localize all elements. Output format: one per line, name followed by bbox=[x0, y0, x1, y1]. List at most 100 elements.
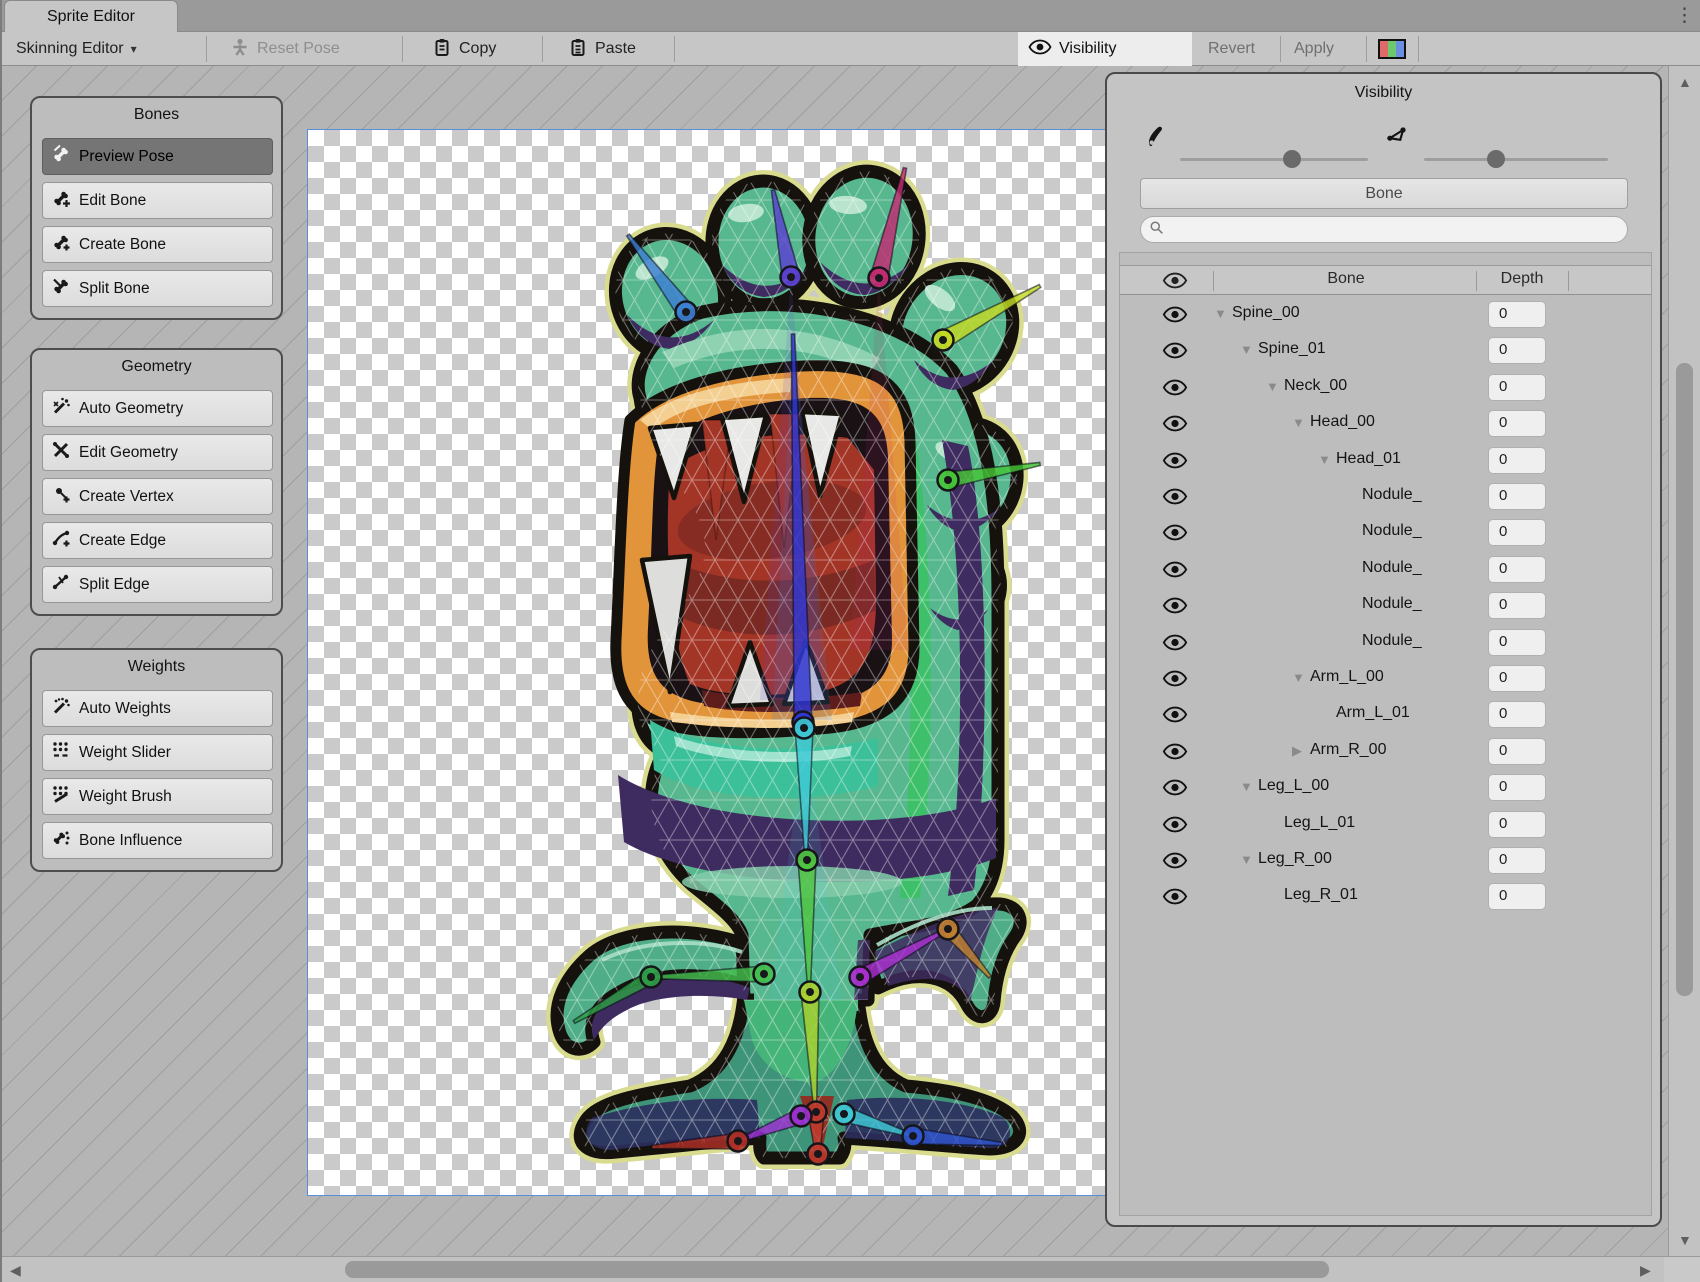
visibility-eye-toggle[interactable] bbox=[1162, 670, 1190, 688]
visibility-eye-toggle[interactable] bbox=[1162, 816, 1190, 834]
depth-input[interactable]: 0 bbox=[1488, 774, 1546, 801]
depth-input[interactable]: 0 bbox=[1488, 883, 1546, 910]
bone-opacity-slider-handle[interactable] bbox=[1283, 150, 1301, 168]
depth-input[interactable]: 0 bbox=[1488, 701, 1546, 728]
depth-input[interactable]: 0 bbox=[1488, 847, 1546, 874]
sprite-rgb-swatch-button[interactable] bbox=[1378, 39, 1406, 59]
visibility-eye-toggle[interactable] bbox=[1162, 779, 1190, 797]
visibility-eye-toggle[interactable] bbox=[1162, 488, 1190, 506]
vertical-scrollbar[interactable]: ▲ ▼ bbox=[1668, 66, 1700, 1256]
tab-sprite-editor[interactable]: Sprite Editor bbox=[4, 0, 178, 32]
depth-input[interactable]: 0 bbox=[1488, 337, 1546, 364]
depth-input[interactable]: 0 bbox=[1488, 556, 1546, 583]
bone-row-nodule-6[interactable]: Nodule_ 0 bbox=[1120, 515, 1651, 551]
auto-geometry-button[interactable]: Auto Geometry bbox=[42, 390, 273, 427]
bone-row-head_00-3[interactable]: ▼ Head_00 0 bbox=[1120, 406, 1651, 442]
create-edge-button[interactable]: Create Edge bbox=[42, 522, 273, 559]
depth-input[interactable]: 0 bbox=[1488, 629, 1546, 656]
bone-row-neck_00-2[interactable]: ▼Neck_000 bbox=[1120, 370, 1651, 406]
depth-input[interactable]: 0 bbox=[1488, 374, 1546, 401]
bone-name-label[interactable]: Head_01 bbox=[1336, 450, 1401, 468]
visibility-eye-toggle[interactable] bbox=[1162, 306, 1190, 324]
bone-opacity-slider-track[interactable] bbox=[1180, 158, 1368, 161]
visibility-eye-toggle[interactable] bbox=[1162, 888, 1190, 906]
bone-influence-button[interactable]: Bone Influence bbox=[42, 822, 273, 859]
bone-name-label[interactable]: Leg_R_00 bbox=[1258, 850, 1332, 868]
mesh-opacity-slider-track[interactable] bbox=[1424, 158, 1608, 161]
depth-input[interactable]: 0 bbox=[1488, 301, 1546, 328]
bone-name-label[interactable]: Head_00 bbox=[1310, 413, 1375, 431]
expand-collapse-down-icon[interactable]: ▼ bbox=[1240, 779, 1253, 794]
bone-name-label[interactable]: Nodule_ bbox=[1362, 522, 1422, 540]
bone-name-label[interactable]: Arm_L_01 bbox=[1336, 704, 1410, 722]
bone-name-label[interactable]: Arm_L_00 bbox=[1310, 668, 1384, 686]
tab-bone[interactable]: Bone bbox=[1140, 178, 1628, 209]
bone-name-label[interactable]: Arm_R_00 bbox=[1310, 741, 1386, 759]
mesh-opacity-slider-handle[interactable] bbox=[1487, 150, 1505, 168]
visibility-eye-toggle[interactable] bbox=[1162, 743, 1190, 761]
scroll-up-icon[interactable]: ▲ bbox=[1678, 74, 1692, 90]
bone-name-label[interactable]: Leg_L_00 bbox=[1258, 777, 1329, 795]
bone-row-nodule-5[interactable]: Nodule_0 bbox=[1120, 479, 1651, 515]
expand-collapse-right-icon[interactable]: ▶ bbox=[1292, 743, 1302, 759]
bone-name-label[interactable]: Leg_R_01 bbox=[1284, 886, 1358, 904]
edit-bone-button[interactable]: Edit Bone bbox=[42, 182, 273, 219]
expand-collapse-down-icon[interactable]: ▼ bbox=[1292, 415, 1305, 430]
visibility-eye-toggle[interactable] bbox=[1162, 342, 1190, 360]
create-vertex-button[interactable]: Create Vertex bbox=[42, 478, 273, 515]
bone-name-label[interactable]: Nodule_ bbox=[1362, 559, 1422, 577]
visibility-eye-toggle[interactable] bbox=[1162, 597, 1190, 615]
expand-collapse-down-icon[interactable]: ▼ bbox=[1240, 342, 1253, 357]
preview-pose-button[interactable]: Preview Pose bbox=[42, 138, 273, 175]
copy-button[interactable]: Copy bbox=[422, 32, 506, 66]
bone-row-nodule-7[interactable]: Nodule_ 0 bbox=[1120, 552, 1651, 588]
visibility-eye-toggle[interactable] bbox=[1162, 415, 1190, 433]
bone-name-label[interactable]: Nodule_ bbox=[1362, 595, 1422, 613]
weight-slider-button[interactable]: Weight Slider bbox=[42, 734, 273, 771]
expand-collapse-down-icon[interactable]: ▼ bbox=[1240, 852, 1253, 867]
visibility-eye-toggle[interactable] bbox=[1162, 561, 1190, 579]
bone-name-label[interactable]: Spine_01 bbox=[1258, 340, 1326, 358]
split-bone-button[interactable]: Split Bone bbox=[42, 270, 273, 307]
bone-row-head_01-4[interactable]: ▼Head_010 bbox=[1120, 443, 1651, 479]
expand-collapse-down-icon[interactable]: ▼ bbox=[1318, 452, 1331, 467]
bone-row-leg_l_00-13[interactable]: ▼ Leg_L_00 0 bbox=[1120, 770, 1651, 806]
visibility-eye-toggle[interactable] bbox=[1162, 634, 1190, 652]
bone-row-nodule-9[interactable]: Nodule_ 0 bbox=[1120, 625, 1651, 661]
vertical-scrollbar-thumb[interactable] bbox=[1676, 363, 1693, 996]
depth-input[interactable]: 0 bbox=[1488, 483, 1546, 510]
visibility-toggle-button[interactable]: Visibility bbox=[1018, 32, 1192, 66]
bone-row-arm_r_00-12[interactable]: ▶ Arm_R_00 0 bbox=[1120, 734, 1651, 770]
depth-input[interactable]: 0 bbox=[1488, 592, 1546, 619]
weight-brush-button[interactable]: Weight Brush bbox=[42, 778, 273, 815]
bone-row-spine_01-1[interactable]: ▼ Spine_01 0 bbox=[1120, 333, 1651, 369]
revert-button[interactable]: Revert bbox=[1198, 32, 1265, 66]
overflow-menu-icon[interactable]: ⋮ bbox=[1675, 4, 1694, 28]
bone-row-leg_r_00-15[interactable]: ▼ Leg_R_00 0 bbox=[1120, 843, 1651, 879]
paste-button[interactable]: Paste bbox=[558, 32, 646, 66]
bone-row-arm_l_01-11[interactable]: Arm_L_01 0 bbox=[1120, 697, 1651, 733]
bone-name-label[interactable]: Nodule_ bbox=[1362, 632, 1422, 650]
bone-name-label[interactable]: Spine_00 bbox=[1232, 304, 1300, 322]
create-bone-button[interactable]: Create Bone bbox=[42, 226, 273, 263]
auto-weights-button[interactable]: Auto Weights bbox=[42, 690, 273, 727]
visibility-eye-toggle[interactable] bbox=[1162, 379, 1190, 397]
column-header-depth[interactable]: Depth bbox=[1477, 270, 1567, 288]
depth-input[interactable]: 0 bbox=[1488, 519, 1546, 546]
bone-row-leg_l_01-14[interactable]: Leg_L_010 bbox=[1120, 807, 1651, 843]
scroll-right-icon[interactable]: ▶ bbox=[1640, 1262, 1651, 1279]
visibility-eye-toggle[interactable] bbox=[1162, 706, 1190, 724]
depth-input[interactable]: 0 bbox=[1488, 665, 1546, 692]
horizontal-scrollbar[interactable]: ◀ ▶ bbox=[2, 1256, 1664, 1282]
visibility-eye-toggle[interactable] bbox=[1162, 452, 1190, 470]
depth-input[interactable]: 0 bbox=[1488, 410, 1546, 437]
skinning-editor-dropdown[interactable]: Skinning Editor ▾ bbox=[6, 32, 147, 66]
expand-collapse-down-icon[interactable]: ▼ bbox=[1292, 670, 1305, 685]
bone-search-box[interactable] bbox=[1140, 216, 1628, 243]
bone-row-spine_00-0[interactable]: ▼Spine_000 bbox=[1120, 297, 1651, 333]
horizontal-scrollbar-thumb[interactable] bbox=[345, 1261, 1329, 1278]
expand-collapse-down-icon[interactable]: ▼ bbox=[1266, 379, 1279, 394]
visibility-eye-toggle[interactable] bbox=[1162, 852, 1190, 870]
depth-input[interactable]: 0 bbox=[1488, 738, 1546, 765]
scroll-down-icon[interactable]: ▼ bbox=[1678, 1232, 1692, 1248]
